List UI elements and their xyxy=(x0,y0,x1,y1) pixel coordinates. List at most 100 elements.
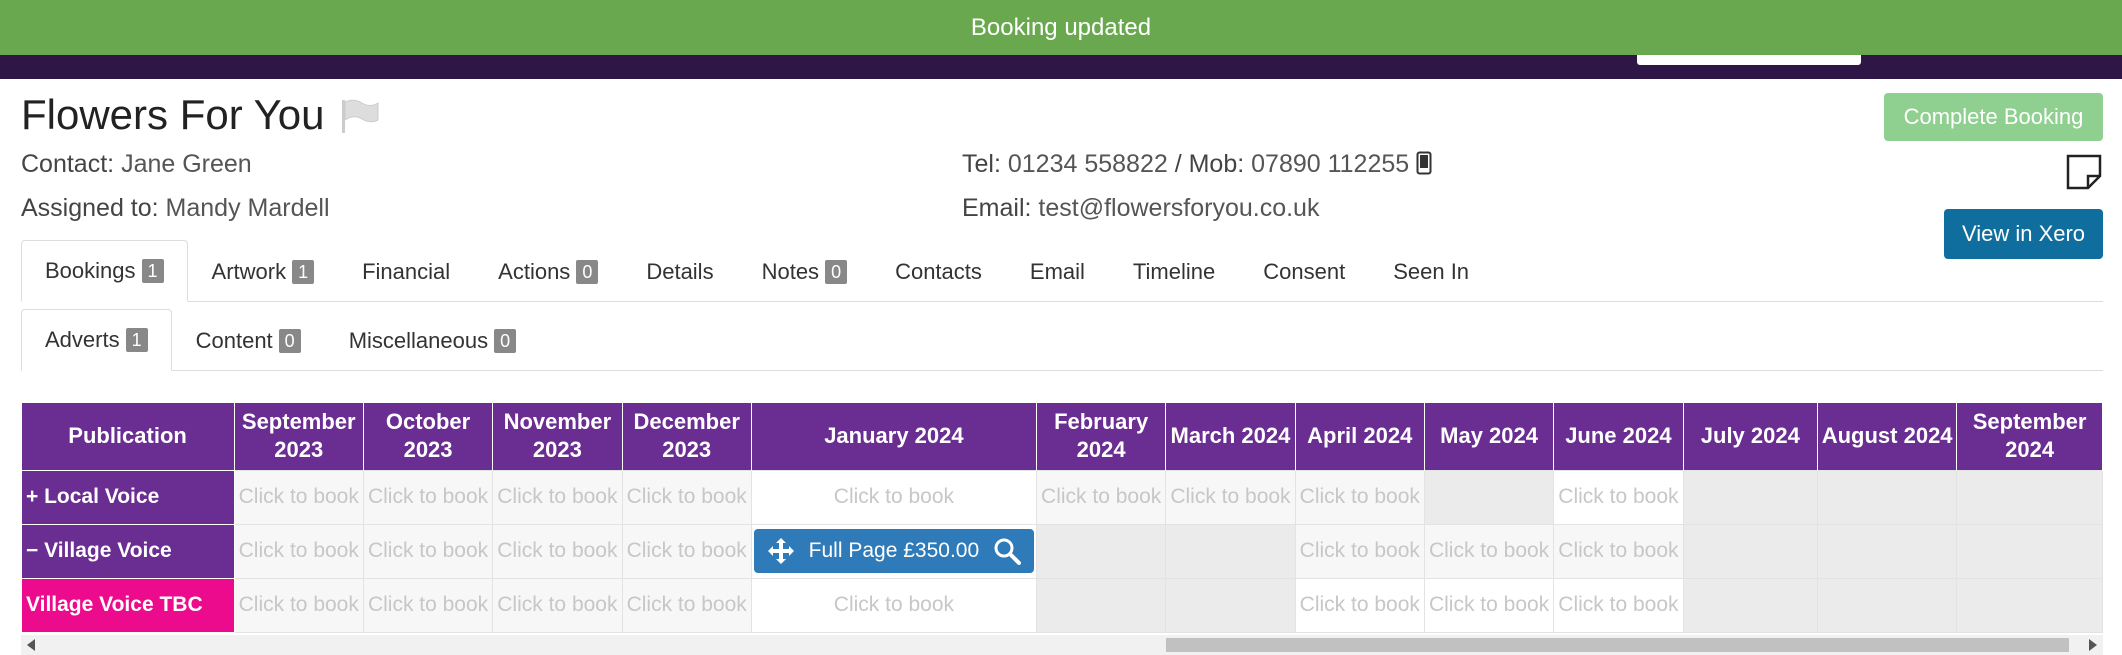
click-to-book-cell[interactable]: Click to book xyxy=(750,469,1037,525)
unavailable-cell xyxy=(1423,469,1555,525)
month-header: October 2023 xyxy=(363,403,494,470)
flag-icon[interactable] xyxy=(340,98,380,134)
contact-name[interactable]: Jane Green xyxy=(121,150,252,178)
unavailable-cell xyxy=(1682,577,1819,633)
tab-seen-in[interactable]: Seen In xyxy=(1369,240,1493,302)
mob-number[interactable]: 07890 112255 xyxy=(1251,150,1409,178)
count-badge: 1 xyxy=(141,259,164,283)
email-line: Email: test@flowersforyou.co.uk xyxy=(962,194,1319,223)
click-to-book-cell[interactable]: Click to book xyxy=(233,577,364,633)
scrollbar-thumb[interactable] xyxy=(1166,638,2069,652)
publication-row: − Village Voice Click to book Click to boo… xyxy=(21,523,2103,579)
click-to-book-cell[interactable]: Click to book xyxy=(362,469,494,525)
unavailable-cell xyxy=(1682,523,1819,579)
top-nav-search-box[interactable] xyxy=(1637,55,1861,65)
click-to-book-cell[interactable]: Click to book xyxy=(233,523,364,579)
tel-label: Tel: xyxy=(962,150,1001,178)
tab-label: Notes xyxy=(761,258,820,284)
click-to-book-cell[interactable]: Click to book xyxy=(1294,577,1425,633)
click-to-book-cell[interactable]: Click to book xyxy=(621,523,752,579)
click-to-book-cell[interactable]: Click to book xyxy=(1165,469,1296,525)
tab-artwork[interactable]: Artwork 1 xyxy=(188,240,339,302)
tab-timeline[interactable]: Timeline xyxy=(1109,240,1239,302)
tab-label: Miscellaneous xyxy=(348,327,489,353)
booking-grid: Publication September 2023 October 2023 Nov… xyxy=(21,403,2103,635)
unavailable-cell xyxy=(1817,577,1958,633)
search-icon[interactable] xyxy=(993,537,1022,565)
mobile-phone-icon xyxy=(1416,151,1432,175)
tab-actions[interactable]: Actions 0 xyxy=(474,240,622,302)
tab-bookings[interactable]: Bookings 1 xyxy=(21,240,188,302)
click-to-book-cell[interactable]: Click to book xyxy=(1553,469,1684,525)
subtab-miscellaneous[interactable]: Miscellaneous 0 xyxy=(325,309,540,371)
horizontal-scrollbar[interactable] xyxy=(21,635,2103,655)
email-address[interactable]: test@flowersforyou.co.uk xyxy=(1038,194,1319,222)
click-to-book-cell[interactable]: Click to book xyxy=(1423,577,1555,633)
booking-chip[interactable]: Full Page £350.00 xyxy=(753,529,1034,573)
count-badge: 0 xyxy=(278,328,301,353)
tab-email[interactable]: Email xyxy=(1006,240,1109,302)
tab-label: Timeline xyxy=(1132,258,1216,284)
count-badge: 1 xyxy=(292,259,315,284)
tab-label: Contacts xyxy=(895,258,982,284)
tab-label: Content xyxy=(195,327,273,353)
scroll-left-arrow-icon[interactable] xyxy=(27,639,35,651)
click-to-book-cell[interactable]: Click to book xyxy=(621,469,752,525)
publication-name[interactable]: − Village Voice xyxy=(21,523,235,579)
tab-label: Details xyxy=(646,258,714,284)
click-to-book-cell[interactable]: Click to book xyxy=(1294,469,1425,525)
tab-notes[interactable]: Notes 0 xyxy=(738,240,872,302)
publication-name[interactable]: + Local Voice xyxy=(21,469,235,525)
unavailable-cell xyxy=(1956,469,2103,525)
unavailable-cell xyxy=(1035,577,1167,633)
unavailable-cell xyxy=(1817,469,1958,525)
company-name: Flowers For You xyxy=(21,91,325,138)
month-header: March 2024 xyxy=(1165,403,1296,470)
click-to-book-cell[interactable]: Click to book xyxy=(362,523,494,579)
contact-label: Contact: xyxy=(21,150,115,178)
unavailable-cell xyxy=(1165,577,1296,633)
tab-details[interactable]: Details xyxy=(622,240,737,302)
sub-tabs: Adverts 1 Content 0 Miscellaneous 0 xyxy=(21,309,2103,371)
click-to-book-cell[interactable]: Click to book xyxy=(621,577,752,633)
tab-label: Email xyxy=(1029,258,1085,284)
unavailable-cell xyxy=(1817,523,1958,579)
click-to-book-cell[interactable]: Click to book xyxy=(492,469,623,525)
tab-contacts[interactable]: Contacts xyxy=(871,240,1006,302)
click-to-book-cell[interactable]: Click to book xyxy=(1553,523,1684,579)
scroll-right-arrow-icon[interactable] xyxy=(2089,639,2097,651)
unavailable-cell xyxy=(1035,523,1167,579)
unavailable-cell xyxy=(1956,577,2103,633)
count-badge: 0 xyxy=(576,259,599,284)
month-header: May 2024 xyxy=(1424,403,1555,470)
month-header: February 2024 xyxy=(1036,403,1167,470)
month-header: September 2024 xyxy=(1956,403,2103,470)
click-to-book-cell[interactable]: Click to book xyxy=(1035,469,1167,525)
assigned-label: Assigned to: xyxy=(21,194,159,222)
publication-name[interactable]: Village Voice TBC xyxy=(21,577,235,633)
tab-label: Consent xyxy=(1263,258,1346,284)
count-badge: 0 xyxy=(494,328,517,353)
assigned-name: Mandy Mardell xyxy=(165,194,330,222)
click-to-book-cell[interactable]: Click to book xyxy=(1294,523,1425,579)
subtab-adverts[interactable]: Adverts 1 xyxy=(21,309,172,371)
click-to-book-cell[interactable]: Click to book xyxy=(750,577,1037,633)
click-to-book-cell[interactable]: Click to book xyxy=(492,577,623,633)
subtab-content[interactable]: Content 0 xyxy=(172,309,325,371)
move-icon[interactable] xyxy=(767,537,795,565)
tel-number[interactable]: 01234 558822 xyxy=(1008,150,1168,178)
click-to-book-cell[interactable]: Click to book xyxy=(492,523,623,579)
click-to-book-cell[interactable]: Click to book xyxy=(233,469,364,525)
month-header: January 2024 xyxy=(751,403,1037,470)
click-to-book-cell[interactable]: Click to book xyxy=(1553,577,1684,633)
complete-booking-button[interactable]: Complete Booking xyxy=(1884,93,2103,141)
tab-consent[interactable]: Consent xyxy=(1239,240,1369,302)
tab-label: Artwork xyxy=(211,258,287,284)
booking-table: Publication September 2023 October 2023 Nov… xyxy=(21,403,2103,633)
tab-financial[interactable]: Financial xyxy=(338,240,474,302)
click-to-book-cell[interactable]: Click to book xyxy=(362,577,494,633)
month-header: April 2024 xyxy=(1295,403,1425,470)
mob-label: / Mob: xyxy=(1174,150,1245,178)
sticky-note-icon[interactable] xyxy=(2066,154,2102,190)
click-to-book-cell[interactable]: Click to book xyxy=(1423,523,1555,579)
